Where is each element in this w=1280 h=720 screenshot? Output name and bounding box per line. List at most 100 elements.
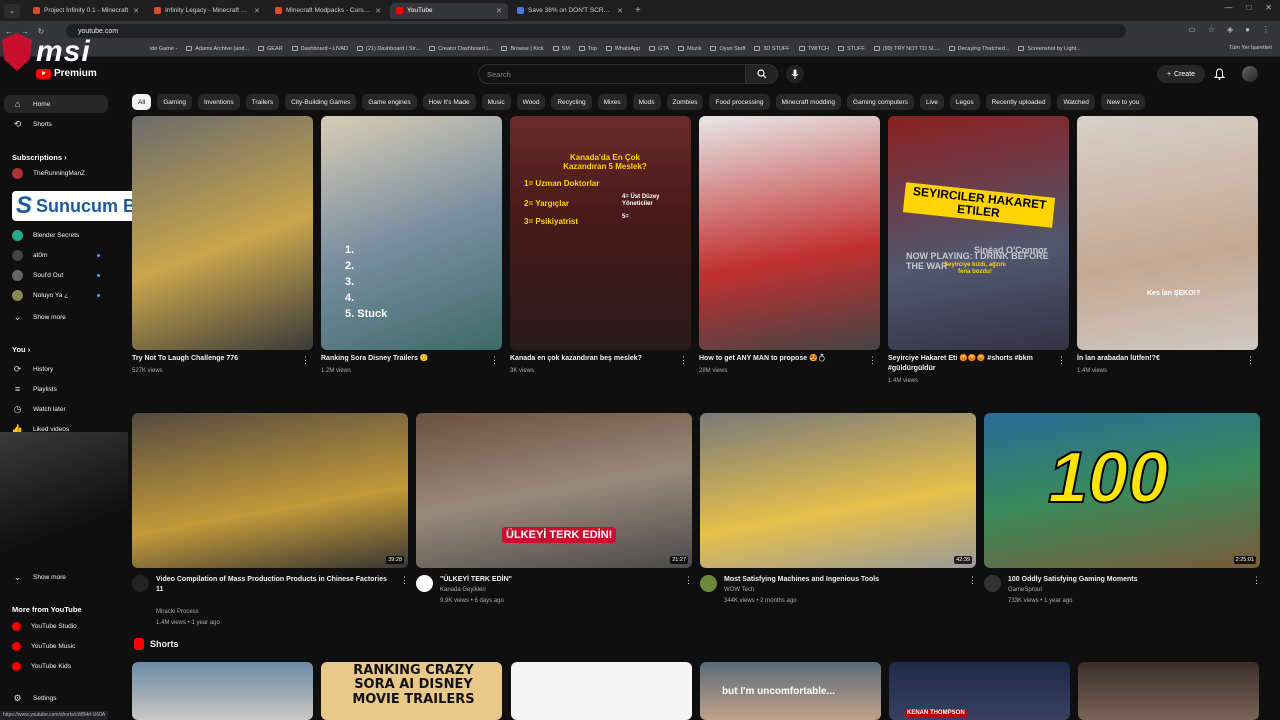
short-title[interactable]: Kanada en çok kazandıran beş meslek?: [510, 354, 675, 364]
subscriptions-heading[interactable]: Subscriptions ›: [12, 153, 67, 162]
tab-close-icon[interactable]: ✕: [133, 7, 139, 15]
sidebar-item-settings[interactable]: ⚙ Settings: [4, 689, 108, 707]
bookmark-item[interactable]: (21) Dashboard / Str...: [357, 46, 420, 52]
channel-avatar[interactable]: [984, 575, 1001, 592]
video-thumbnail[interactable]: 21:27 ÜLKEYİ TERK EDİN!: [416, 413, 692, 568]
all-bookmarks[interactable]: Tüm Yer İşaretleri: [1229, 45, 1272, 51]
bookmark-item[interactable]: Decaying Thatched...: [948, 46, 1009, 52]
short-thumbnail[interactable]: [132, 116, 313, 350]
shorts-thumbnail-4[interactable]: but I'm uncomfortable...: [700, 662, 881, 720]
more-options-icon[interactable]: ⋮: [868, 355, 877, 366]
bookmark-item[interactable]: SM: [552, 46, 570, 52]
bookmark-item[interactable]: Creator Dashboard |...: [429, 46, 492, 52]
bookmark-star-icon[interactable]: ☆: [1208, 25, 1215, 34]
shorts-thumbnail-2[interactable]: RANKING CRAZY SORA AI DISNEY MOVIE TRAIL…: [321, 662, 502, 720]
filter-chip[interactable]: Wood: [516, 94, 546, 110]
filter-chip[interactable]: Live: [919, 94, 944, 110]
sidebar-item-home[interactable]: ⌂ Home: [4, 95, 108, 113]
video-channel[interactable]: GameSprout: [1008, 585, 1042, 596]
video-thumbnail[interactable]: 2:25:01 100: [984, 413, 1260, 568]
bookmark-item[interactable]: WhatsApp: [605, 46, 640, 52]
filter-chip[interactable]: Food processing: [709, 94, 770, 110]
tab-close-icon[interactable]: ✕: [617, 7, 623, 15]
bookmark-item[interactable]: Müzik: [678, 46, 701, 52]
video-title[interactable]: Video Compilation of Mass Production Pro…: [156, 575, 391, 595]
short-thumbnail[interactable]: Kanada'da En Çok Kazandıran 5 Meslek? 1= …: [510, 116, 691, 350]
sidebar-item-you[interactable]: ≡ Playlists: [4, 380, 108, 398]
sidebar-item-you[interactable]: ◷ Watch later: [4, 400, 108, 418]
sidebar-item-more-youtube[interactable]: YouTube Studio: [4, 617, 108, 635]
filter-chip[interactable]: Minecraft modding: [775, 94, 842, 110]
short-title[interactable]: How to get ANY MAN to propose 😍💍: [699, 354, 864, 364]
bookmark-item[interactable]: Screenshot by Light...: [1018, 46, 1081, 52]
sidebar-item-more-youtube[interactable]: YouTube Music: [4, 637, 108, 655]
bookmark-item[interactable]: Oyun Stuff: [710, 46, 745, 52]
new-tab-button[interactable]: +: [635, 5, 641, 16]
short-thumbnail[interactable]: [699, 116, 880, 350]
filter-chip[interactable]: New to you: [1100, 94, 1146, 110]
bookmark-item[interactable]: Top: [578, 46, 597, 52]
minimize-icon[interactable]: —: [1224, 3, 1232, 12]
filter-chip[interactable]: How It's Made: [422, 94, 476, 110]
shorts-thumbnail-1[interactable]: [132, 662, 313, 720]
account-avatar[interactable]: [1242, 66, 1258, 82]
filter-chip[interactable]: Recycling: [551, 94, 592, 110]
more-options-icon[interactable]: ⋮: [400, 575, 409, 586]
more-options-icon[interactable]: ⋮: [490, 355, 499, 366]
video-title[interactable]: "ÜLKEYİ TERK EDİN": [440, 575, 675, 585]
maximize-icon[interactable]: □: [1246, 3, 1251, 12]
short-thumbnail[interactable]: Kes lan ŞEKO!?: [1077, 116, 1258, 350]
more-options-icon[interactable]: ⋮: [1252, 575, 1261, 586]
video-thumbnail[interactable]: 39:28: [132, 413, 408, 568]
sidebar-show-more[interactable]: ⌄ Show more: [4, 308, 108, 326]
browser-tab[interactable]: Project Infinity 0.1 - Minecraft ✕: [27, 3, 145, 19]
notifications-button[interactable]: [1213, 67, 1226, 85]
video-thumbnail[interactable]: 42:39: [700, 413, 976, 568]
filter-chip[interactable]: All: [132, 94, 152, 110]
bookmark-item[interactable]: Adams Archive (and...: [186, 46, 249, 52]
filter-chip[interactable]: Legos: [949, 94, 980, 110]
search-button[interactable]: [746, 64, 778, 84]
more-options-icon[interactable]: ⋮: [684, 575, 693, 586]
short-title[interactable]: Ranking Sora Disney Trailers 🙂: [321, 354, 486, 364]
tab-close-icon[interactable]: ✕: [496, 7, 502, 15]
sidebar-item-more-youtube[interactable]: YouTube Kids: [4, 657, 108, 675]
sidebar-show-more-2[interactable]: ⌄ Show more: [4, 568, 108, 586]
sidebar-subscription[interactable]: Blender Secrets: [4, 226, 108, 244]
short-thumbnail[interactable]: SEYIRCILER HAKARET ETILER Seyirciye kızdı…: [888, 116, 1069, 350]
you-heading[interactable]: You ›: [12, 345, 30, 354]
short-thumbnail[interactable]: 1. 2. 3. 4. 5. Stuck: [321, 116, 502, 350]
tab-close-icon[interactable]: ✕: [375, 7, 381, 15]
filter-chip[interactable]: City-Building Games: [285, 94, 357, 110]
sidebar-subscription[interactable]: Soul'd Out: [4, 266, 108, 284]
filter-chip[interactable]: Mixes: [597, 94, 627, 110]
short-title[interactable]: Try Not To Laugh Challenge 776: [132, 354, 297, 364]
channel-avatar[interactable]: [700, 575, 717, 592]
address-bar[interactable]: youtube.com: [66, 24, 1126, 38]
bookmark-item[interactable]: GTA: [649, 46, 669, 52]
channel-avatar[interactable]: [416, 575, 433, 592]
search-input[interactable]: Search: [478, 64, 746, 84]
filter-chip[interactable]: Zombies: [666, 94, 704, 110]
filter-chip[interactable]: Trailers: [245, 94, 280, 110]
filter-chip[interactable]: Gaming: [157, 94, 192, 110]
video-channel[interactable]: WOW Tech: [724, 585, 754, 596]
browser-tab[interactable]: Save 38% on DON'T SCREAM ✕: [511, 3, 629, 19]
video-channel[interactable]: Miracle Process: [156, 607, 199, 618]
profile-icon[interactable]: ●: [1245, 25, 1250, 34]
more-options-icon[interactable]: ⋮: [1057, 355, 1066, 366]
sidebar-subscription[interactable]: TheRunningManZ: [4, 164, 108, 182]
menu-icon[interactable]: ⋮: [1262, 25, 1270, 34]
short-title[interactable]: Seyirciye Hakaret Eti 😡😡😡 #shorts #bkm #…: [888, 354, 1053, 374]
tab-close-icon[interactable]: ✕: [254, 7, 260, 15]
short-title[interactable]: İn lan arabadan lütfen!?€: [1077, 354, 1242, 364]
voice-search-button[interactable]: [786, 65, 804, 83]
filter-chip[interactable]: Recently uploaded: [985, 94, 1052, 110]
channel-avatar[interactable]: [132, 575, 149, 592]
more-options-icon[interactable]: ⋮: [1246, 355, 1255, 366]
browser-tab[interactable]: Infinity Legacy - Minecraft Mod ✕: [148, 3, 266, 19]
bookmark-item[interactable]: 3D STUFF: [754, 46, 790, 52]
youtube-premium-logo[interactable]: Premium: [36, 68, 97, 79]
sidebar-subscription[interactable]: Noluyo Ya ¿: [4, 286, 108, 304]
video-title[interactable]: 100 Oddly Satisfying Gaming Moments: [1008, 575, 1243, 585]
